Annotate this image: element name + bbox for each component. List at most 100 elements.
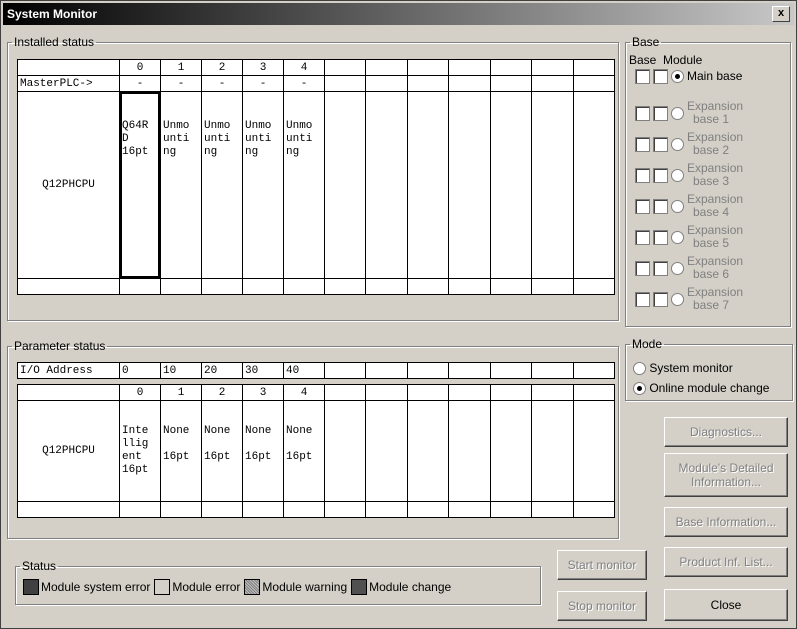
io-address-table: I/O Address 0 10 20 30 40 bbox=[17, 362, 616, 379]
title-bar: System Monitor x bbox=[3, 3, 794, 25]
parameter-cpu-cell: Q12PHCPU bbox=[17, 400, 120, 502]
base-row-1[interactable]: Expansion base 1 bbox=[635, 100, 743, 126]
base-row-3[interactable]: Expansion base 3 bbox=[635, 162, 743, 188]
base-radio[interactable] bbox=[671, 230, 684, 244]
parameter-module-row: Q12PHCPU Inte llig ent 16pt None 16pt None 16… bbox=[17, 400, 616, 502]
parameter-status-legend: Parameter status bbox=[14, 339, 106, 353]
parameter-slot-3[interactable]: None 16pt bbox=[242, 400, 284, 502]
base-checkbox bbox=[635, 291, 650, 307]
status-item-0: Module system error bbox=[23, 579, 150, 595]
installed-slot-3[interactable]: Unmo unti ng bbox=[242, 91, 284, 279]
base-checkbox bbox=[635, 105, 650, 121]
installed-header-row: 0 1 2 3 4 bbox=[17, 59, 616, 76]
module-checkbox bbox=[653, 105, 668, 121]
base-label: Expansion base 2 bbox=[687, 130, 744, 157]
base-row-2[interactable]: Expansion base 2 bbox=[635, 131, 743, 157]
status-swatch bbox=[23, 579, 39, 595]
base-radio[interactable] bbox=[671, 292, 684, 306]
installed-slot-0[interactable]: Q64R D 16pt bbox=[119, 91, 161, 279]
installed-slot-2[interactable]: Unmo unti ng bbox=[201, 91, 243, 279]
base-radio[interactable] bbox=[671, 168, 684, 182]
base-radio[interactable] bbox=[671, 261, 684, 275]
installed-slot-4[interactable]: Unmo unti ng bbox=[283, 91, 325, 279]
installed-cpu-cell: Q12PHCPU bbox=[17, 91, 120, 279]
module-checkbox bbox=[653, 291, 668, 307]
installed-module-row: Q12PHCPU Q64R D 16pt Unmo unti ng Unmo unti ng… bbox=[17, 91, 616, 279]
base-checkbox bbox=[635, 69, 650, 84]
status-item-1: Module error bbox=[154, 579, 240, 595]
base-row-4[interactable]: Expansion base 4 bbox=[635, 193, 743, 219]
base-row-0[interactable]: Main base bbox=[635, 69, 742, 84]
installed-status-legend: Installed status bbox=[14, 35, 95, 49]
slot-col-4: 4 bbox=[283, 59, 325, 76]
base-information-button[interactable]: Base Information... bbox=[664, 507, 788, 537]
installed-status-table: 0 1 2 3 4 MasterPLC-> - - - - - Q12PHCPU… bbox=[17, 59, 616, 295]
base-row-7[interactable]: Expansion base 7 bbox=[635, 286, 743, 312]
base-legend: Base bbox=[632, 35, 660, 49]
close-button[interactable]: Close bbox=[664, 589, 788, 621]
base-row-6[interactable]: Expansion base 6 bbox=[635, 255, 743, 281]
parameter-header-row: 0 1 2 3 4 bbox=[17, 384, 616, 401]
module-checkbox bbox=[653, 69, 668, 84]
radio-system-monitor[interactable] bbox=[633, 362, 646, 376]
module-checkbox bbox=[653, 229, 668, 245]
module-checkbox bbox=[653, 136, 668, 152]
base-radio[interactable] bbox=[671, 137, 684, 151]
status-items: Module system error Module error Module wa… bbox=[23, 579, 451, 595]
status-swatch bbox=[351, 579, 368, 595]
master-plc-row: MasterPLC-> - - - - - bbox=[17, 75, 616, 92]
base-label: Expansion base 4 bbox=[687, 192, 744, 219]
slot-col-3: 3 bbox=[242, 59, 284, 76]
base-label: Expansion base 7 bbox=[687, 285, 744, 312]
base-radio[interactable] bbox=[671, 199, 684, 213]
status-item-3: Module change bbox=[351, 579, 451, 595]
base-label: Expansion base 5 bbox=[687, 223, 744, 250]
parameter-slot-1[interactable]: None 16pt bbox=[160, 400, 202, 502]
base-checkbox bbox=[635, 167, 650, 183]
module-checkbox bbox=[653, 260, 668, 276]
module-checkbox bbox=[653, 198, 668, 214]
start-monitor-button[interactable]: Start monitor bbox=[557, 550, 647, 580]
status-legend: Status bbox=[22, 559, 57, 573]
base-checkbox bbox=[635, 198, 650, 214]
status-item-2: Module warning bbox=[244, 579, 347, 595]
parameter-slot-4[interactable]: None 16pt bbox=[283, 400, 325, 502]
close-window-button[interactable]: x bbox=[772, 6, 790, 22]
slot-col-0: 0 bbox=[119, 59, 161, 76]
window-title: System Monitor bbox=[7, 7, 98, 21]
status-swatch bbox=[154, 579, 171, 595]
base-radio[interactable] bbox=[671, 106, 684, 120]
base-checkbox bbox=[635, 136, 650, 152]
module-detailed-information-button[interactable]: Module's Detailed Information... bbox=[664, 453, 788, 497]
parameter-slot-2[interactable]: None 16pt bbox=[201, 400, 243, 502]
mode-option-system-monitor[interactable]: System monitor bbox=[633, 361, 733, 376]
status-swatch bbox=[244, 579, 261, 595]
parameter-footer-row bbox=[17, 501, 616, 518]
system-monitor-window: System Monitor x Installed status 0 1 2 … bbox=[0, 0, 797, 629]
installed-slot-1[interactable]: Unmo unti ng bbox=[160, 91, 202, 279]
io-address-label: I/O Address bbox=[17, 362, 120, 379]
base-label: Expansion base 1 bbox=[687, 99, 744, 126]
stop-monitor-button[interactable]: Stop monitor bbox=[557, 591, 647, 621]
io-address-row: I/O Address 0 10 20 30 40 bbox=[17, 362, 616, 379]
base-checkbox bbox=[635, 229, 650, 245]
base-label: Expansion base 3 bbox=[687, 161, 744, 188]
radio-online-module-change[interactable] bbox=[633, 382, 646, 396]
mode-legend: Mode bbox=[632, 337, 663, 351]
product-inf-list-button[interactable]: Product Inf. List... bbox=[664, 547, 788, 577]
module-checkbox bbox=[653, 167, 668, 183]
installed-footer-row bbox=[17, 278, 616, 295]
base-col-header-module: Module bbox=[663, 53, 703, 67]
parameter-slot-0[interactable]: Inte llig ent 16pt bbox=[119, 400, 161, 502]
base-checkbox bbox=[635, 260, 650, 276]
master-plc-label: MasterPLC-> bbox=[17, 75, 120, 92]
base-col-header-base: Base bbox=[629, 53, 657, 67]
base-label: Main base bbox=[687, 69, 743, 83]
base-radio[interactable] bbox=[671, 70, 684, 83]
mode-option-online-module-change[interactable]: Online module change bbox=[633, 381, 769, 396]
base-row-5[interactable]: Expansion base 5 bbox=[635, 224, 743, 250]
diagnostics-button[interactable]: Diagnostics... bbox=[664, 417, 788, 447]
slot-col-2: 2 bbox=[201, 59, 243, 76]
parameter-status-table: 0 1 2 3 4 Q12PHCPU Inte llig ent 16pt None 1… bbox=[17, 384, 616, 518]
base-label: Expansion base 6 bbox=[687, 254, 744, 281]
